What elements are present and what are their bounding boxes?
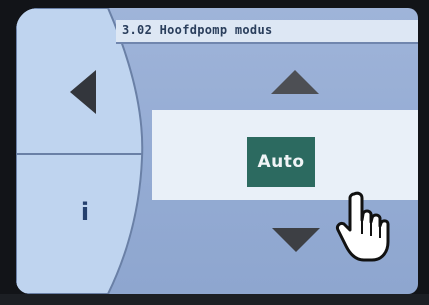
hand-pointer-icon [336,191,390,262]
triangle-left-icon [70,70,96,114]
info-icon: i [80,198,90,226]
device-frame: i 3.02 Hoofdpomp modus Auto [0,0,429,305]
info-button[interactable]: i [68,198,102,234]
lcd-screen: i 3.02 Hoofdpomp modus Auto [16,8,418,294]
page-title: 3.02 Hoofdpomp modus [122,23,273,37]
device-bezel [0,294,429,305]
mode-value-selector[interactable]: Auto [247,137,315,187]
arrow-up-icon[interactable] [271,70,319,94]
title-bar: 3.02 Hoofdpomp modus [116,20,418,44]
arrow-down-icon[interactable] [272,228,320,252]
